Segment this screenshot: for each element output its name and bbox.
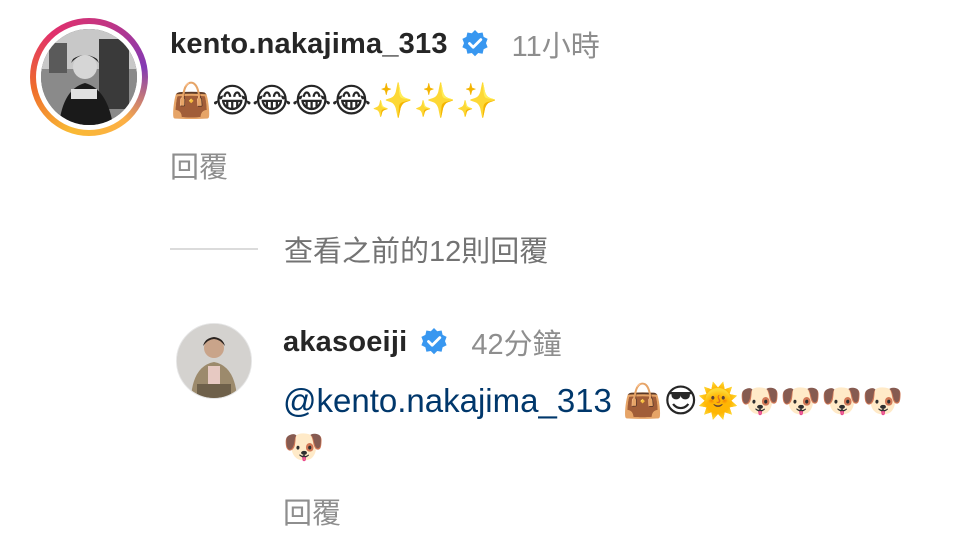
mention-link[interactable]: @kento.nakajima_313 <box>283 382 612 419</box>
reply-avatar[interactable] <box>176 323 252 399</box>
reply-timestamp: 42分鐘 <box>471 329 562 361</box>
reply-text: @kento.nakajima_313 👜😎🌞🐶🐶🐶🐶🐶 <box>283 378 943 470</box>
story-ring-gap <box>36 24 142 130</box>
view-previous-replies-label[interactable]: 查看之前的12則回覆 <box>284 228 548 270</box>
story-ring[interactable] <box>30 18 148 136</box>
comment-username[interactable]: kento.nakajima_313 <box>170 28 448 61</box>
avatar-photo-image <box>41 29 137 125</box>
reply-button[interactable]: 回覆 <box>283 490 943 532</box>
comment-text: 👜😂😂😂😂✨✨✨ <box>170 81 499 121</box>
comment-timestamp: 11小時 <box>511 31 600 63</box>
reply-username[interactable]: akasoeiji <box>283 326 407 359</box>
reply-header: akasoeiji 42分鐘 <box>283 320 943 364</box>
reply-button[interactable]: 回覆 <box>170 144 940 186</box>
verified-badge-icon <box>460 29 490 59</box>
view-previous-replies[interactable]: 查看之前的12則回覆 <box>170 228 548 270</box>
avatar[interactable] <box>41 29 137 125</box>
main-comment: kento.nakajima_313 11小時 👜😂😂😂😂✨✨✨ 回覆 <box>170 22 940 186</box>
comment-header: kento.nakajima_313 11小時 <box>170 22 940 66</box>
verified-badge-icon <box>419 327 449 357</box>
reply-avatar-image <box>177 324 251 398</box>
replies-divider-line <box>170 248 258 250</box>
reply-comment: akasoeiji 42分鐘 @kento.nakajima_313 👜😎🌞🐶🐶… <box>283 320 943 532</box>
